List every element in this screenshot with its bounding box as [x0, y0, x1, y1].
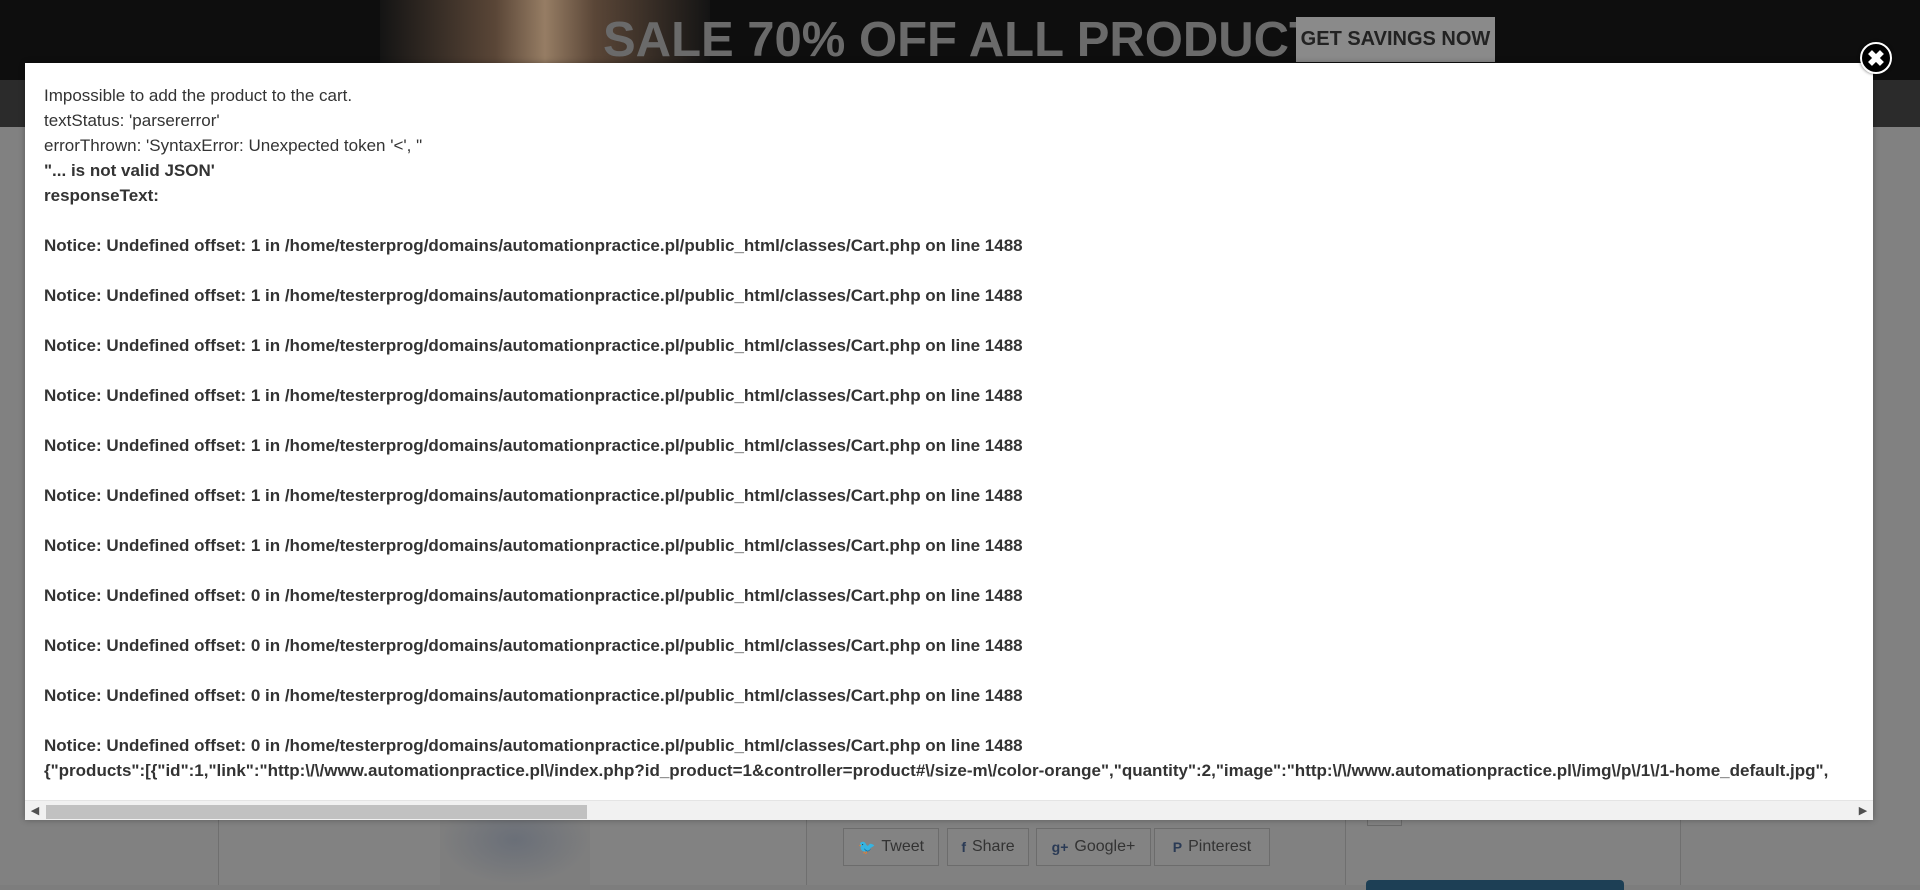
- scroll-right-arrow-icon[interactable]: ▶: [1853, 801, 1873, 820]
- notice-line: Notice: Undefined offset: 1 in /home/tes…: [44, 236, 1023, 255]
- product-image: [440, 810, 590, 885]
- notice-line: Notice: Undefined offset: 0 in /home/tes…: [44, 736, 1023, 755]
- notice-line: Notice: Undefined offset: 1 in /home/tes…: [44, 536, 1023, 555]
- notice-line: Notice: Undefined offset: 0 in /home/tes…: [44, 686, 1023, 705]
- notice-line: Notice: Undefined offset: 1 in /home/tes…: [44, 386, 1023, 405]
- tweet-button[interactable]: 🐦 Tweet: [843, 828, 939, 866]
- share-button[interactable]: f Share: [947, 828, 1029, 866]
- error-thrown-line: errorThrown: 'SyntaxError: Unexpected to…: [44, 136, 423, 155]
- response-text-label: responseText:: [44, 186, 159, 205]
- share-label: Share: [971, 838, 1015, 855]
- error-intro-line: Impossible to add the product to the car…: [44, 86, 353, 105]
- add-to-cart-button[interactable]: [1366, 880, 1624, 890]
- invalid-json-line: "... is not valid JSON': [44, 161, 215, 180]
- notice-line: Notice: Undefined offset: 1 in /home/tes…: [44, 436, 1023, 455]
- scroll-left-arrow-icon[interactable]: ◀: [25, 801, 45, 820]
- notice-line: Notice: Undefined offset: 1 in /home/tes…: [44, 486, 1023, 505]
- banner-headline: SALE 70% OFF ALL PRODUCTS: [603, 13, 1352, 67]
- text-status-line: textStatus: 'parsererror': [44, 111, 220, 130]
- notice-line: Notice: Undefined offset: 1 in /home/tes…: [44, 336, 1023, 355]
- notice-line: Notice: Undefined offset: 0 in /home/tes…: [44, 586, 1023, 605]
- horizontal-scrollbar[interactable]: ◀ ▶: [25, 800, 1873, 820]
- scrollbar-thumb[interactable]: [46, 805, 587, 819]
- notice-line: Notice: Undefined offset: 0 in /home/tes…: [44, 636, 1023, 655]
- google-plus-label: Google+: [1074, 838, 1136, 855]
- close-modal-button[interactable]: ✖: [1860, 42, 1892, 74]
- pinterest-button[interactable]: P Pinterest: [1154, 828, 1270, 866]
- google-plus-icon: g+: [1051, 839, 1069, 855]
- error-modal: Impossible to add the product to the car…: [25, 63, 1873, 820]
- google-plus-button[interactable]: g+ Google+: [1036, 828, 1151, 866]
- tweet-label: Tweet: [881, 838, 925, 855]
- error-message-content: Impossible to add the product to the car…: [44, 83, 1873, 800]
- facebook-icon: f: [961, 839, 966, 855]
- json-response-line: {"products":[{"id":1,"link":"http:\/\/ww…: [44, 761, 1829, 780]
- pinterest-label: Pinterest: [1188, 838, 1252, 855]
- pinterest-icon: P: [1172, 839, 1183, 855]
- notice-line: Notice: Undefined offset: 1 in /home/tes…: [44, 286, 1023, 305]
- get-savings-button[interactable]: GET SAVINGS NOW: [1296, 17, 1495, 62]
- twitter-icon: 🐦: [857, 838, 876, 855]
